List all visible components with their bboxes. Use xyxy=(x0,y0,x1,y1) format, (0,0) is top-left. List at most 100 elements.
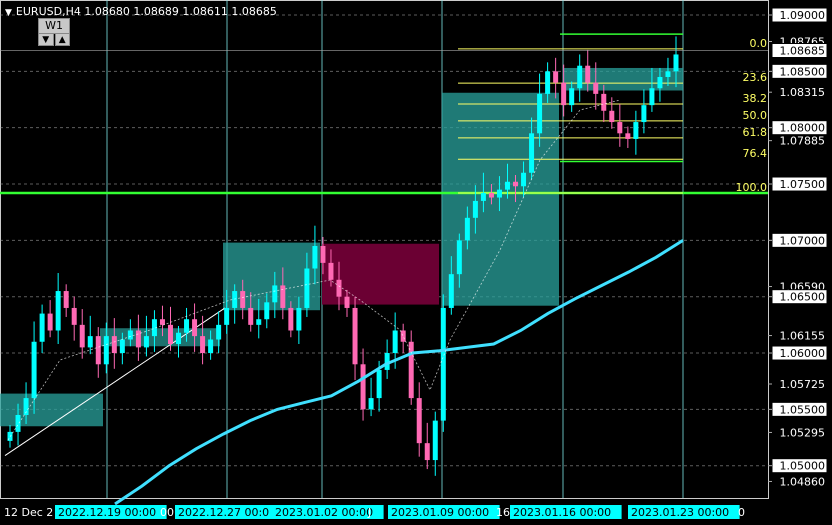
low-value: 1.08611 xyxy=(182,5,228,18)
candle-body xyxy=(248,307,254,325)
candle-body xyxy=(408,341,414,399)
candle-body xyxy=(312,245,318,269)
candle-body xyxy=(649,88,655,106)
high-value: 1.08689 xyxy=(133,5,179,18)
candle-body xyxy=(192,319,198,337)
candle-body xyxy=(15,414,21,432)
time-axis-label: 2023.01.16 00:00 xyxy=(513,506,611,519)
candle-body xyxy=(633,122,639,139)
candle-body xyxy=(601,93,607,111)
candle-body xyxy=(400,330,406,342)
candle-body xyxy=(440,307,446,421)
fib-level-label: 0.0 xyxy=(750,37,768,50)
price-axis-label: 1.06000 xyxy=(780,347,826,360)
candle-body xyxy=(304,268,310,308)
candle-body xyxy=(577,65,583,89)
close-value: 1.08685 xyxy=(231,5,277,18)
symbol-label: EURUSD,H4 xyxy=(15,5,81,18)
candle-body xyxy=(111,336,117,354)
fib-level-label: 76.4 xyxy=(743,147,768,160)
timeframe-down-icon[interactable]: ▼ xyxy=(38,33,54,46)
time-axis-label: 2023.01.02 00:00 xyxy=(275,506,373,519)
timeframe-arrows: ▼ ▲ xyxy=(38,33,70,46)
candle-body xyxy=(496,189,502,198)
candle-body xyxy=(264,302,270,320)
candle-body xyxy=(55,291,61,331)
candle-body xyxy=(79,324,85,348)
candle-body xyxy=(480,193,486,201)
price-axis-label: 1.05000 xyxy=(780,460,826,473)
candle-body xyxy=(143,336,149,348)
timeframe-w1-button[interactable]: W1 xyxy=(38,18,70,34)
candle-body xyxy=(392,330,398,354)
candle-body xyxy=(376,369,382,399)
candle-body xyxy=(208,339,214,354)
candle-body xyxy=(673,54,679,72)
candle-body xyxy=(39,313,45,342)
time-axis-fragment: 0 xyxy=(738,506,745,519)
current-price-label: 1.08685 xyxy=(780,45,826,58)
price-axis-label: 1.05500 xyxy=(780,403,826,416)
timeframe-up-icon[interactable]: ▲ xyxy=(54,33,70,46)
candle-body xyxy=(232,291,238,308)
candle-body xyxy=(529,133,535,173)
candle-body xyxy=(416,398,422,444)
candle-body xyxy=(609,110,615,123)
candle-body xyxy=(47,313,53,331)
candle-body xyxy=(31,341,37,399)
candle-body xyxy=(184,319,190,333)
candle-body xyxy=(119,339,125,354)
candle-body xyxy=(103,336,109,365)
candle-body xyxy=(167,324,173,345)
time-axis-label: 2023.01.23 00:00 xyxy=(631,506,729,519)
time-axis-fragment: 00 xyxy=(160,506,174,519)
candle-body xyxy=(561,82,567,106)
time-axis-fragment: J xyxy=(367,506,371,519)
candle-body xyxy=(641,105,647,123)
time-axis-label: 2022.12.19 00:00 xyxy=(58,506,156,519)
open-value: 1.08680 xyxy=(84,5,130,18)
candle-body xyxy=(537,93,543,134)
candle-body xyxy=(63,291,69,308)
price-axis-label: 1.07500 xyxy=(780,178,826,191)
candle-body xyxy=(216,324,222,340)
candle-body xyxy=(272,285,278,303)
demand-zone-1 xyxy=(0,393,103,427)
fib-level-label: 23.6 xyxy=(743,71,768,84)
candle-body xyxy=(71,307,77,325)
price-axis-label: 1.07000 xyxy=(780,234,826,247)
fib-level-label: 50.0 xyxy=(743,109,768,122)
candle-body xyxy=(569,88,575,106)
candle-body xyxy=(127,330,133,340)
candle-body xyxy=(352,307,358,365)
price-chart[interactable]: 0.023.638.250.061.876.4100.01.090001.087… xyxy=(0,0,832,525)
candle-body xyxy=(200,336,206,354)
candle-body xyxy=(87,336,93,348)
candle-body xyxy=(280,285,286,308)
price-axis-label: 1.08000 xyxy=(780,122,826,135)
candle-body xyxy=(368,398,374,410)
symbol-header: ▼ EURUSD,H4 1.08680 1.08689 1.08611 1.086… xyxy=(5,5,277,18)
candle-body xyxy=(553,71,559,83)
candle-body xyxy=(240,291,246,308)
time-axis-label: 12 Dec 2 xyxy=(4,506,53,519)
candle-body xyxy=(464,217,470,241)
candle-body xyxy=(545,71,551,94)
price-axis-label: 1.06500 xyxy=(780,291,826,304)
candle-body xyxy=(521,172,527,187)
candle-body xyxy=(625,133,631,139)
candle-body xyxy=(95,336,101,365)
time-axis-fragment: 16 xyxy=(496,506,510,519)
fib-level-label: 100.0 xyxy=(736,181,768,194)
candle-body xyxy=(448,274,454,308)
candle-body xyxy=(665,71,671,77)
candle-body xyxy=(344,296,350,308)
time-axis-label: 2023.01.09 00:00 xyxy=(391,506,489,519)
candle-body xyxy=(513,181,519,187)
collapse-triangle-icon[interactable]: ▼ xyxy=(5,8,12,18)
price-axis-label: 1.07885 xyxy=(780,135,826,148)
time-axis-label: 2022.12.27 00:0 xyxy=(178,506,269,519)
candle-body xyxy=(256,319,262,325)
candle-body xyxy=(296,307,302,331)
price-axis-label: 1.09000 xyxy=(780,9,826,22)
